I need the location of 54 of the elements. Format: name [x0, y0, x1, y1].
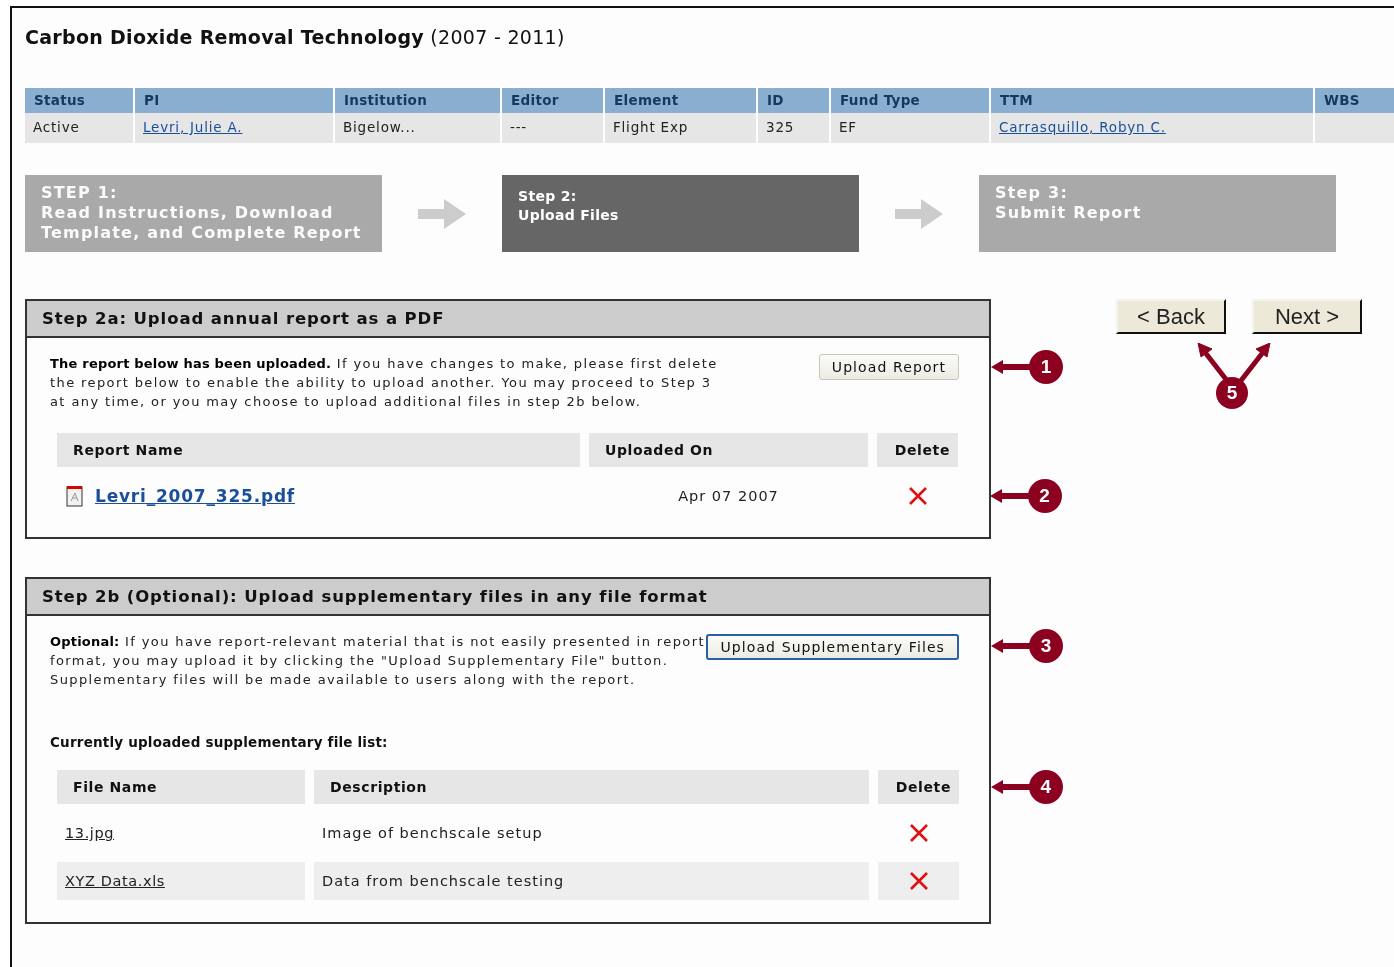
column-header: Description [314, 770, 869, 804]
instructions-text: The report below has been uploaded. If you have changes to make, please first delete the report below to enable the ability to upload another. You may proceed to Step 3 at any time, or you may choose to upload additional files in step 2b below. [50, 355, 719, 411]
column-header: ID [758, 88, 829, 113]
instructions-text: Optional: If you have report-relevant material that is not easily presented in report format, you may upload it by clicking the "Upload Supplementary File" button. Supplementary files will be made available to users along with the report. [50, 633, 706, 689]
column-header: File Name [57, 770, 305, 804]
delete-icon[interactable] [908, 871, 929, 891]
callout-arrow [991, 780, 1031, 794]
callout-arrow [991, 639, 1031, 653]
column-header: Status [25, 88, 133, 113]
next-button[interactable]: Next > [1252, 299, 1362, 334]
file-link[interactable]: 13.jpg [65, 825, 115, 841]
callout-badge: 4 [1029, 770, 1063, 804]
page-title: Carbon Dioxide Removal Technology (2007 - 2011) [25, 26, 566, 50]
delete-icon[interactable] [907, 486, 928, 506]
table-cell: Active [25, 113, 133, 143]
column-header: Institution [335, 88, 500, 113]
list-label: Currently uploaded supplementary file list: [50, 734, 389, 750]
callout-badge: 3 [1029, 629, 1063, 663]
person-link[interactable]: Carrasquillo, Robyn C. [999, 119, 1166, 135]
column-header: Uploaded On [589, 433, 868, 467]
file-link[interactable]: XYZ Data.xls [65, 873, 165, 889]
callout-badge: 5 [1216, 377, 1248, 409]
column-header: WBS [1315, 88, 1394, 113]
table-cell: 325 [758, 113, 829, 143]
step-arrow-icon [895, 198, 943, 229]
callout-arrow [991, 360, 1031, 374]
upload-button[interactable]: Upload Supplementary Files [706, 634, 959, 660]
column-header: Fund Type [831, 88, 989, 113]
table-cell: Bigelow... [335, 113, 500, 143]
table-cell-text: Apr 07 2007 [677, 487, 780, 506]
file-link[interactable]: Levri_2007_325.pdf [95, 486, 296, 506]
callout-badge: 1 [1029, 350, 1063, 384]
column-header: PI [135, 88, 333, 113]
back-button[interactable]: < Back [1116, 299, 1226, 334]
column-header: Delete [877, 433, 958, 467]
column-header: Report Name [57, 433, 580, 467]
column-header: Editor [502, 88, 603, 113]
step-arrow-icon [418, 198, 466, 229]
pdf-file-icon [65, 485, 85, 507]
panel-heading: Step 2a: Upload annual report as a PDF [27, 301, 989, 338]
upload-button[interactable]: Upload Report [818, 354, 959, 380]
delete-icon[interactable] [908, 823, 929, 843]
column-header: TTM [991, 88, 1313, 113]
table-cell: Data from benchscale testing [314, 862, 869, 900]
column-header: Element [605, 88, 756, 113]
callout-arrow [990, 489, 1030, 503]
table-cell: Flight Exp [605, 113, 756, 143]
table-cell: EF [831, 113, 989, 143]
table-cell: --- [502, 113, 603, 143]
person-link[interactable]: Levri, Julie A. [143, 119, 243, 135]
wizard-step[interactable]: Step 2: Upload Files [502, 175, 859, 252]
callout-badge: 2 [1028, 479, 1062, 513]
panel-heading: Step 2b (Optional): Upload supplementary files in any file format [27, 579, 989, 616]
table-cell-text: Image of benchscale setup [321, 824, 544, 843]
